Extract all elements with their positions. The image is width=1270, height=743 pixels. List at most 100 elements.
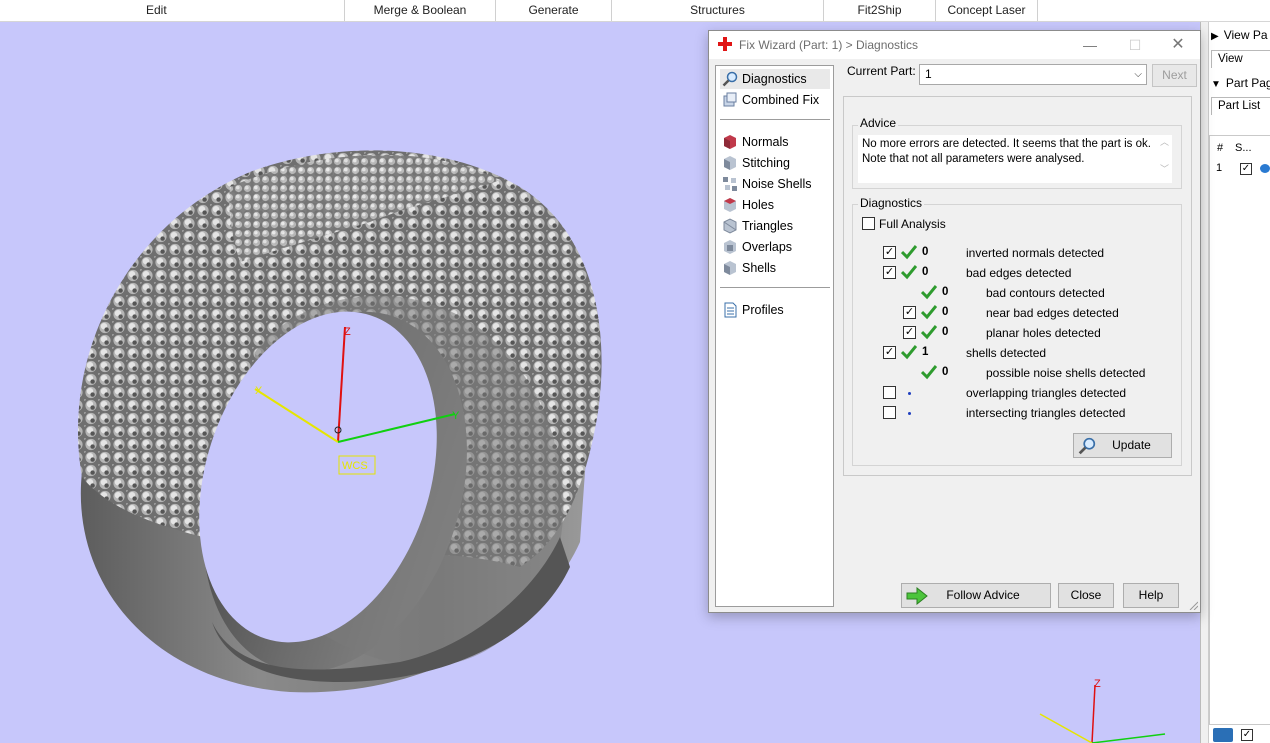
green-check-icon — [901, 345, 917, 360]
green-check-icon — [901, 265, 917, 280]
close-button[interactable]: Close — [1058, 583, 1114, 608]
green-check-icon — [921, 325, 937, 340]
magnifier-icon — [1078, 437, 1096, 455]
diagnostic-checkbox[interactable]: ✓ — [883, 246, 896, 259]
noise-shells-icon — [723, 177, 737, 191]
column-header-index[interactable]: # — [1217, 142, 1223, 154]
view-pages-header[interactable]: ▶ View Pa — [1211, 28, 1268, 42]
axis-z-label: Z — [344, 326, 351, 338]
shells-icon — [724, 261, 736, 275]
tab-concept-laser[interactable]: Concept Laser — [936, 0, 1038, 21]
green-check-icon — [921, 365, 937, 380]
fix-wizard-dialog: Fix Wizard (Part: 1) > Diagnostics — ☐ ✕… — [708, 30, 1201, 613]
scroll-up-icon[interactable]: ︿ — [1157, 135, 1172, 148]
nav-normals[interactable]: Normals — [720, 132, 830, 152]
current-part-value: 1 — [925, 67, 932, 81]
nav-profiles[interactable]: Profiles — [720, 300, 830, 320]
full-analysis-label: Full Analysis — [879, 217, 946, 231]
tab-fit2ship[interactable]: Fit2Ship — [824, 0, 936, 21]
tab-view[interactable]: View — [1211, 50, 1270, 68]
axis-x-label: X — [255, 385, 263, 397]
view-pages-label: View Pa — [1223, 28, 1268, 42]
diagnostic-count: 0 — [942, 326, 949, 338]
advice-line-2: Note that not all parameters were analys… — [862, 153, 1085, 165]
corner-axis-z-label: Z — [1094, 678, 1101, 690]
diagnostic-label: shells detected — [966, 346, 1047, 360]
diagnostic-count: 0 — [942, 306, 949, 318]
green-arrow-icon — [906, 587, 928, 605]
wcs-label: WCS — [342, 460, 368, 472]
advice-line-1: No more errors are detected. It seems th… — [862, 138, 1151, 150]
eye-icon[interactable] — [1260, 164, 1270, 173]
nav-shells[interactable]: Shells — [720, 258, 830, 278]
expand-arrow-icon[interactable]: ▼ — [1211, 79, 1221, 90]
update-button[interactable]: Update — [1073, 433, 1172, 458]
diagnostic-label: bad edges detected — [966, 266, 1072, 280]
diagnostic-checkbox[interactable]: ✓ — [883, 266, 896, 279]
part-pages-header[interactable]: ▼ Part Pag — [1211, 76, 1270, 90]
nav-combined-fix[interactable]: Combined Fix — [720, 90, 830, 110]
current-part-label: Current Part: — [847, 64, 916, 78]
red-cross-icon — [718, 37, 732, 51]
diagnostic-count: 0 — [942, 286, 949, 298]
diagnostic-checkbox[interactable] — [883, 406, 896, 419]
diagnostic-label: overlapping triangles detected — [966, 386, 1127, 400]
chevron-down-icon: ⌵ — [1134, 69, 1142, 80]
diagnostic-label: possible noise shells detected — [986, 366, 1146, 380]
dialog-titlebar[interactable]: Fix Wizard (Part: 1) > Diagnostics — ☐ ✕ — [709, 31, 1200, 59]
profiles-icon — [724, 302, 737, 318]
diagnostic-count: 0 — [922, 266, 929, 278]
nav-holes[interactable]: Holes — [720, 195, 830, 215]
nav-triangles[interactable]: Triangles — [720, 216, 830, 236]
diagnostic-count: 0 — [942, 366, 949, 378]
right-panel: ▶ View Pa View ▼ Part Pag Part List # S...… — [1200, 22, 1270, 743]
diagnostic-label: bad contours detected — [986, 286, 1105, 300]
green-check-icon — [901, 245, 917, 260]
diagnostic-label: intersecting triangles detected — [966, 406, 1126, 420]
resize-grip-icon[interactable] — [1188, 600, 1198, 610]
follow-advice-button[interactable]: Follow Advice — [901, 583, 1051, 608]
diagnostic-checkbox[interactable]: ✓ — [903, 306, 916, 319]
tab-structures[interactable]: Structures — [612, 0, 824, 21]
nav-overlaps[interactable]: Overlaps — [720, 237, 830, 257]
green-check-icon — [921, 305, 937, 320]
tab-edit[interactable]: Edit — [0, 0, 345, 21]
tab-part-list[interactable]: Part List — [1211, 97, 1270, 115]
diagnostic-count: 0 — [922, 246, 929, 258]
scroll-down-icon[interactable]: ﹀ — [1157, 162, 1172, 175]
advice-text: No more errors are detected. It seems th… — [858, 135, 1158, 183]
next-button[interactable]: Next — [1152, 64, 1197, 87]
diagnostic-checkbox[interactable]: ✓ — [903, 326, 916, 339]
panel-toolbar-icon[interactable] — [1213, 728, 1233, 742]
magnifier-icon — [722, 71, 738, 87]
part-pages-label: Part Pag — [1225, 76, 1270, 90]
current-part-dropdown[interactable]: 1 ⌵ — [919, 64, 1147, 85]
column-header-status[interactable]: S... — [1235, 142, 1252, 154]
minimize-icon[interactable]: — — [1080, 35, 1100, 55]
panel-splitter[interactable] — [1201, 22, 1209, 743]
diagnostic-checkbox[interactable]: ✓ — [883, 346, 896, 359]
advice-scrollbar[interactable]: ︿ ﹀ — [1157, 135, 1172, 183]
triangles-icon — [723, 218, 737, 234]
ribbon-bar: Edit Merge & Boolean Generate Structures… — [0, 0, 1270, 22]
update-label: Update — [1112, 438, 1151, 452]
collapse-arrow-icon[interactable]: ▶ — [1211, 31, 1219, 42]
tab-merge-boolean[interactable]: Merge & Boolean — [345, 0, 496, 21]
diagnostic-label: inverted normals detected — [966, 246, 1105, 260]
nav-stitching[interactable]: Stitching — [720, 153, 830, 173]
maximize-icon: ☐ — [1128, 37, 1142, 53]
diagnostic-checkbox[interactable] — [883, 386, 896, 399]
full-analysis-checkbox[interactable] — [862, 217, 875, 230]
nav-diagnostics[interactable]: Diagnostics — [720, 69, 830, 89]
help-button[interactable]: Help — [1123, 583, 1179, 608]
part-visible-checkbox[interactable]: ✓ — [1240, 163, 1252, 175]
diagnostic-label: planar holes detected — [986, 326, 1101, 340]
diagnostic-label: near bad edges detected — [986, 306, 1119, 320]
axis-y-label: Y — [452, 410, 460, 422]
green-check-icon — [921, 285, 937, 300]
combined-fix-icon — [723, 92, 737, 107]
nav-noise-shells[interactable]: Noise Shells — [720, 174, 830, 194]
toolbar-checkbox[interactable]: ✓ — [1241, 729, 1253, 741]
close-icon[interactable]: ✕ — [1168, 35, 1188, 55]
tab-generate[interactable]: Generate — [496, 0, 612, 21]
